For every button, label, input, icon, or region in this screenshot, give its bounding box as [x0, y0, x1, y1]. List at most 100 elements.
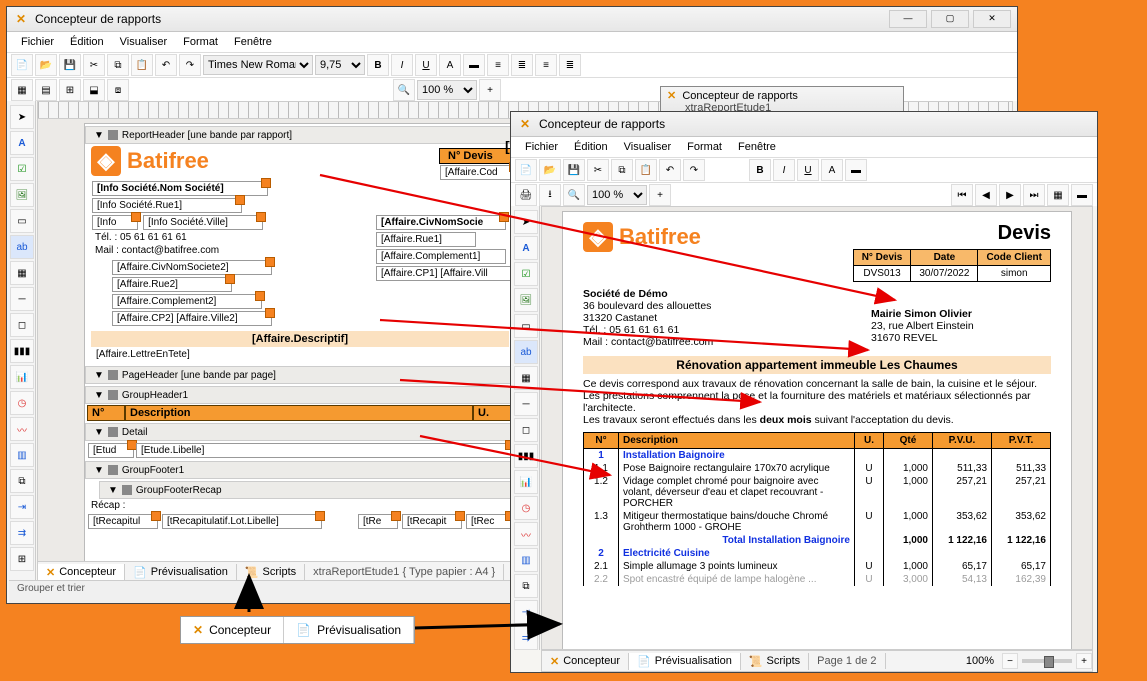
tab-scripts[interactable]: 📜Scripts [237, 564, 305, 581]
table-tool-icon[interactable]: ▦ [514, 366, 538, 390]
menu-window[interactable]: Fenêtre [228, 34, 278, 50]
gauge-tool-icon[interactable]: ◷ [10, 391, 34, 415]
field-civnom[interactable]: [Affaire.CivNomSocie [376, 215, 506, 230]
export-icon[interactable]: ⭳ [539, 184, 561, 206]
subreport-tool-icon[interactable]: ⧉ [10, 469, 34, 493]
crossband-tool-icon[interactable]: ⇉ [10, 521, 34, 545]
field-nom-societe[interactable]: [Info Société.Nom Société] [92, 181, 268, 196]
preview-titlebar[interactable]: ✕ Concepteur de rapports [511, 112, 1097, 137]
cut-icon[interactable]: ✂ [83, 54, 105, 76]
line-tool-icon[interactable]: ─ [10, 287, 34, 311]
callout-tab-preview[interactable]: 📄Prévisualisation [284, 617, 414, 643]
order-tool-icon[interactable]: ⧈ [107, 79, 129, 101]
last-page-icon[interactable]: ⏭ [1023, 184, 1045, 206]
tab-preview[interactable]: 📄Prévisualisation [125, 564, 237, 581]
crosstab-tool-icon[interactable]: ⊞ [10, 547, 34, 571]
band-page-header[interactable]: ▼PageHeader [une bande par page] [85, 366, 515, 384]
copy-icon[interactable]: ⧉ [107, 54, 129, 76]
bold-icon[interactable]: B [749, 159, 771, 181]
field-etude-libelle[interactable]: [Etude.Libelle] [136, 443, 512, 458]
open-icon[interactable]: 📂 [539, 159, 561, 181]
pagebreak-tool-icon[interactable]: ⇥ [10, 495, 34, 519]
field-aff-cp1[interactable]: [Affaire.CP1] [Affaire.Vill [376, 266, 516, 281]
font-color-icon[interactable]: A [821, 159, 843, 181]
search-icon[interactable]: 🔍 [563, 184, 585, 206]
richtext-tool-icon[interactable]: ab [10, 235, 34, 259]
shape-tool-icon[interactable]: ◻ [514, 418, 538, 442]
menu-file[interactable]: Fichier [519, 139, 564, 155]
subreport-tool-icon[interactable]: ⧉ [514, 574, 538, 598]
field-info[interactable]: [Info [92, 215, 138, 230]
chart-tool-icon[interactable]: 📊 [514, 470, 538, 494]
snap-icon[interactable]: ▤ [35, 79, 57, 101]
copy-icon[interactable]: ⧉ [611, 159, 633, 181]
redo-icon[interactable]: ↷ [179, 54, 201, 76]
bgcolor-icon[interactable]: ▬ [1071, 184, 1093, 206]
new-icon[interactable]: 📄 [515, 159, 537, 181]
next-page-icon[interactable]: ▶ [999, 184, 1021, 206]
zoom-slider[interactable] [1022, 659, 1072, 663]
band-group-footer[interactable]: ▼GroupFooter1 [85, 461, 515, 479]
band-group-footer-recap[interactable]: ▼GroupFooterRecap [99, 481, 515, 499]
tab-preview[interactable]: 📄Prévisualisation [629, 653, 741, 670]
tab-design[interactable]: ✕Concepteur [542, 653, 629, 670]
band-report-header[interactable]: ▼ReportHeader [une bande par rapport] [85, 126, 515, 144]
field-trecap[interactable]: [tRecapit [402, 514, 462, 529]
zoom-in-icon[interactable]: + [479, 79, 501, 101]
save-icon[interactable]: 💾 [563, 159, 585, 181]
menu-edit[interactable]: Édition [568, 139, 614, 155]
menu-file[interactable]: Fichier [15, 34, 60, 50]
checkbox-tool-icon[interactable]: ☑ [10, 157, 34, 181]
pivot-tool-icon[interactable]: ▥ [514, 548, 538, 572]
font-size-select[interactable]: 9,75 [315, 55, 365, 75]
callout-tab-design[interactable]: ✕Concepteur [181, 617, 284, 643]
field-trec[interactable]: [tRec [466, 514, 512, 529]
fill-color-icon[interactable]: ▬ [845, 159, 867, 181]
crossband-tool-icon[interactable]: ⇉ [514, 626, 538, 650]
zoom-select[interactable]: 100 % [587, 185, 647, 205]
gauge-tool-icon[interactable]: ◷ [514, 496, 538, 520]
label-tool-icon[interactable]: A [514, 236, 538, 260]
align-justify-icon[interactable]: ≣ [559, 54, 581, 76]
save-icon[interactable]: 💾 [59, 54, 81, 76]
field-ville[interactable]: [Info Société.Ville] [143, 215, 263, 230]
menu-view[interactable]: Visualiser [618, 139, 678, 155]
italic-icon[interactable]: I [773, 159, 795, 181]
zoom-in-icon[interactable]: + [649, 184, 671, 206]
maximize-button[interactable]: ▢ [931, 10, 969, 28]
zoom-out-icon[interactable]: − [1002, 653, 1018, 669]
underline-icon[interactable]: U [415, 54, 437, 76]
paste-icon[interactable]: 📋 [131, 54, 153, 76]
menu-format[interactable]: Format [681, 139, 728, 155]
underline-icon[interactable]: U [797, 159, 819, 181]
prev-page-icon[interactable]: ◀ [975, 184, 997, 206]
zoom-icon[interactable]: 🔍 [393, 79, 415, 101]
pagebreak-tool-icon[interactable]: ⇥ [514, 600, 538, 624]
redo-icon[interactable]: ↷ [683, 159, 705, 181]
font-color-icon[interactable]: A [439, 54, 461, 76]
richtext-tool-icon[interactable]: ab [514, 340, 538, 364]
field-descriptif[interactable]: [Affaire.Descriptif] [91, 331, 509, 347]
menu-window[interactable]: Fenêtre [732, 139, 782, 155]
field-recap-lib[interactable]: [tRecapitulatif.Lot.Libelle] [162, 514, 322, 529]
undo-icon[interactable]: ↶ [659, 159, 681, 181]
tab-design[interactable]: ✕Concepteur [38, 564, 125, 581]
barcode-tool-icon[interactable]: ▮▮▮ [514, 444, 538, 468]
field-aff-rue1[interactable]: [Affaire.Rue1] [376, 232, 476, 247]
font-select[interactable]: Times New Roman [203, 55, 313, 75]
fill-color-icon[interactable]: ▬ [463, 54, 485, 76]
field-recap-code[interactable]: [tRecapitul [88, 514, 158, 529]
align-tool-icon[interactable]: ⊞ [59, 79, 81, 101]
first-page-icon[interactable]: ⏮ [951, 184, 973, 206]
field-compl2[interactable]: [Affaire.Complement2] [112, 294, 262, 309]
pointer-icon[interactable]: ➤ [10, 105, 34, 129]
field-affaire-code[interactable]: [Affaire.Cod [440, 165, 516, 180]
pivot-tool-icon[interactable]: ▥ [10, 443, 34, 467]
band-detail[interactable]: ▼Detail [85, 423, 515, 441]
field-tre[interactable]: [tRe [358, 514, 398, 529]
bold-icon[interactable]: B [367, 54, 389, 76]
label-tool-icon[interactable]: A [10, 131, 34, 155]
shape-tool-icon[interactable]: ◻ [10, 313, 34, 337]
multipage-icon[interactable]: ▦ [1047, 184, 1069, 206]
menu-view[interactable]: Visualiser [114, 34, 174, 50]
